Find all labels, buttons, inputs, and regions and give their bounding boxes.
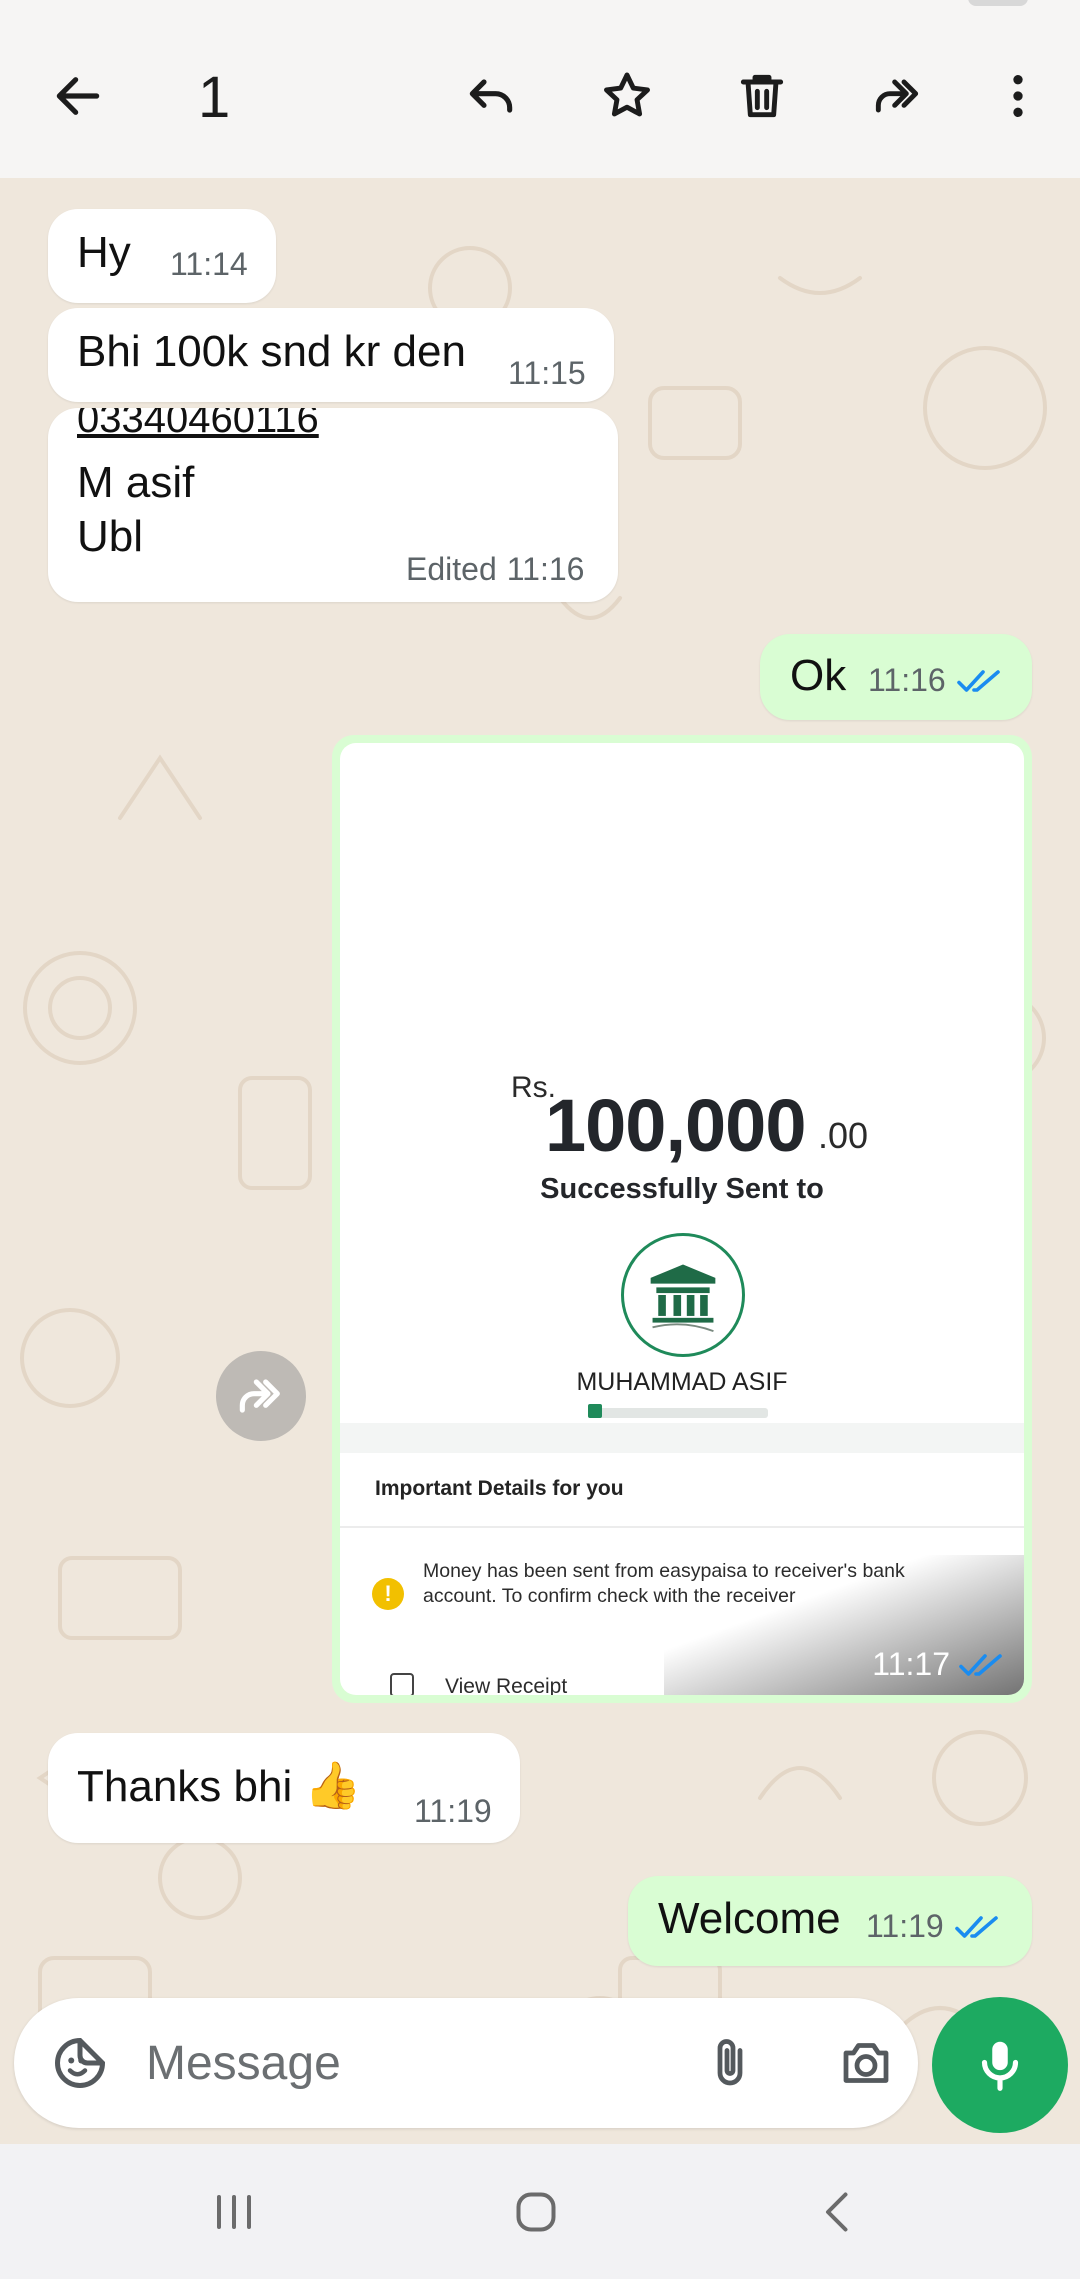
payment-receipt-image[interactable]: Rs. 100,000 .00 Successfully Sent to MUH… xyxy=(340,743,1024,1695)
message-time: 11:14 xyxy=(170,246,248,282)
section-divider xyxy=(340,1423,1024,1453)
forward-icon[interactable] xyxy=(865,64,929,128)
back-icon[interactable] xyxy=(803,2182,873,2242)
recent-apps-icon[interactable] xyxy=(199,2182,269,2242)
message-input[interactable]: Message xyxy=(146,2036,341,2091)
image-message-outgoing[interactable]: Rs. 100,000 .00 Successfully Sent to MUH… xyxy=(332,735,1032,1703)
account-number-link[interactable]: 03340460116 xyxy=(77,408,319,446)
thumbs-up-emoji: 👍 xyxy=(304,1759,362,1811)
selected-count: 1 xyxy=(198,65,231,130)
read-ticks-icon xyxy=(958,1650,1006,1680)
back-arrow-icon[interactable] xyxy=(46,64,110,128)
message-text: Hy xyxy=(77,228,131,277)
home-icon[interactable] xyxy=(501,2182,571,2242)
message-bubble-outgoing[interactable]: Ok 11:16 xyxy=(760,634,1032,720)
warning-icon: ! xyxy=(372,1578,404,1610)
read-ticks-icon xyxy=(954,1912,1002,1942)
divider xyxy=(340,1526,1024,1528)
message-bubble-outgoing[interactable]: Welcome 11:19 xyxy=(628,1876,1032,1966)
amount: 100,000 xyxy=(545,1084,806,1167)
forward-icon xyxy=(239,1379,280,1413)
message-text: Bhi 100k snd kr den xyxy=(77,327,466,376)
receipt-icon xyxy=(390,1673,414,1695)
message-time: 11:17 xyxy=(872,1646,1006,1683)
message-text: Welcome xyxy=(658,1894,841,1943)
read-ticks-icon xyxy=(956,666,1004,696)
details-heading: Important Details for you xyxy=(375,1477,624,1500)
message-bubble-incoming[interactable]: Thanks bhi 👍 11:19 xyxy=(48,1733,520,1843)
sticker-icon[interactable] xyxy=(48,2031,112,2095)
selection-toolbar: 1 xyxy=(0,0,1080,178)
edited-label: Edited xyxy=(406,551,497,587)
message-composer: Message xyxy=(14,1998,918,2128)
sent-to-label: Successfully Sent to xyxy=(540,1173,824,1205)
payee-name: MUHAMMAD ASIF xyxy=(576,1368,788,1396)
bank-logo xyxy=(621,1233,745,1357)
voice-message-button[interactable] xyxy=(932,1997,1068,2133)
reply-icon[interactable] xyxy=(459,64,523,128)
message-bubble-incoming[interactable]: Bhi 100k snd kr den 11:15 xyxy=(48,308,614,402)
message-time: 11:19 xyxy=(414,1793,492,1829)
message-time: 11:19 xyxy=(866,1908,1002,1945)
payee-account-line xyxy=(588,1404,768,1418)
message-time: 11:16 xyxy=(868,662,1004,699)
message-text-line: Ubl xyxy=(77,512,144,561)
message-text: Thanks bhi xyxy=(77,1762,293,1811)
forward-media-button[interactable] xyxy=(216,1351,306,1441)
message-time: Edited 11:16 xyxy=(406,551,585,587)
attach-icon[interactable] xyxy=(698,2031,762,2095)
message-text: Ok xyxy=(790,651,847,700)
system-navigation-bar xyxy=(0,2144,1080,2279)
camera-notch xyxy=(968,0,1028,6)
message-bubble-incoming[interactable]: Hy 11:14 xyxy=(48,209,276,303)
message-bubble-incoming[interactable]: 03340460116 M asif Ubl Edited 11:16 xyxy=(48,408,618,602)
delete-icon[interactable] xyxy=(730,64,794,128)
view-receipt-label: View Receipt xyxy=(445,1675,568,1695)
amount-cents: .00 xyxy=(818,1115,869,1156)
message-time: 11:15 xyxy=(508,355,586,391)
mic-icon xyxy=(981,2041,1019,2091)
camera-icon[interactable] xyxy=(834,2031,898,2095)
star-icon[interactable] xyxy=(595,64,659,128)
more-icon[interactable] xyxy=(986,64,1050,128)
chat-area[interactable]: Hy 11:14 Bhi 100k snd kr den 11:15 03340… xyxy=(0,178,1080,2138)
message-text-line: M asif xyxy=(77,458,195,507)
